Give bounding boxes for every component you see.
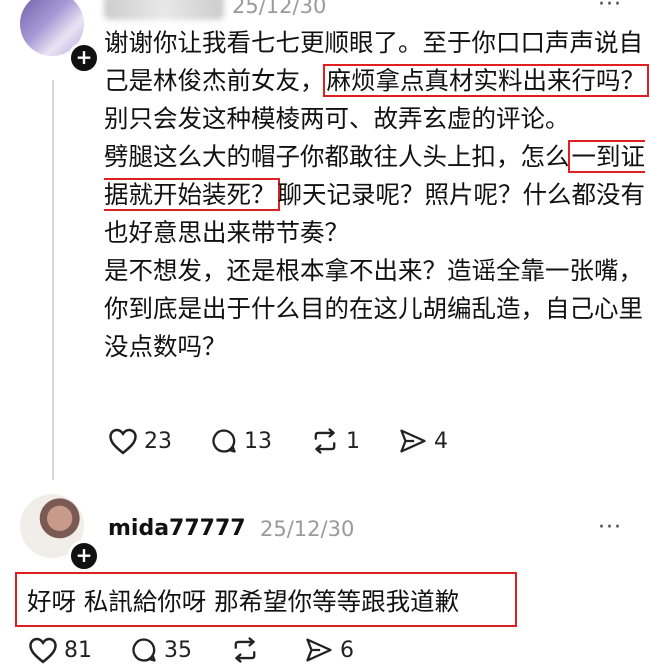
follow-plus-icon[interactable]: + — [68, 540, 100, 572]
comment-bubble-icon — [132, 638, 156, 662]
comment-button[interactable]: 13 — [210, 427, 272, 455]
post-actions: 23 13 1 4 — [108, 427, 486, 455]
reply-actions: 81 35 6 — [28, 636, 392, 664]
repost-icon — [314, 428, 336, 454]
share-button[interactable]: 4 — [398, 427, 448, 455]
repost-button[interactable] — [230, 636, 266, 664]
heart-icon — [29, 637, 57, 664]
like-count: 23 — [144, 428, 172, 454]
highlighted-text: 麻烦拿点真材实料出来行吗？ — [322, 64, 649, 97]
post-text: 别只会发这种模棱两可、故弄玄虚的评论。 — [104, 104, 570, 133]
post-text: 劈腿这么大的帽子你都敢往人头上扣，怎么 — [104, 142, 570, 171]
reply-timestamp: 25/12/30 — [260, 517, 355, 541]
like-count: 81 — [64, 637, 92, 663]
share-count: 6 — [340, 637, 354, 663]
post-paragraph: 劈腿这么大的帽子你都敢往人头上扣，怎么一到证据就开始装死？聊天记录呢？照片呢？什… — [104, 138, 649, 252]
share-button[interactable]: 6 — [304, 636, 354, 664]
post-text: 是不想发，还是根本拿不出来？造谣全靠一张嘴，你到底是出于什么目的在这儿胡编乱造，… — [104, 256, 643, 361]
repost-count: 1 — [346, 428, 360, 454]
reply-text: 好呀 私訊給你呀 那希望你等等跟我道歉 — [15, 572, 517, 627]
post-paragraph: 是不想发，还是根本拿不出来？造谣全靠一张嘴，你到底是出于什么目的在这儿胡编乱造，… — [104, 252, 649, 366]
repost-icon — [234, 637, 256, 663]
share-count: 4 — [434, 428, 448, 454]
follow-plus-icon[interactable]: + — [68, 42, 100, 74]
comment-count: 35 — [164, 637, 192, 663]
post-body: 谢谢你让我看七七更顺眼了。至于你口口声声说自己是林俊杰前女友，麻烦拿点真材实料出… — [104, 24, 649, 366]
share-send-icon — [306, 638, 332, 662]
more-dots-icon[interactable]: ··· — [598, 0, 622, 17]
share-send-icon — [400, 429, 426, 453]
comment-bubble-icon — [212, 429, 236, 453]
like-button[interactable]: 23 — [108, 427, 172, 455]
username-blurred — [104, 0, 224, 20]
more-dots-icon[interactable]: ··· — [598, 515, 622, 540]
comment-count: 13 — [244, 428, 272, 454]
post-paragraph: 谢谢你让我看七七更顺眼了。至于你口口声声说自己是林俊杰前女友，麻烦拿点真材实料出… — [104, 24, 649, 138]
like-button[interactable]: 81 — [28, 636, 92, 664]
repost-button[interactable]: 1 — [310, 427, 360, 455]
heart-icon — [109, 428, 137, 455]
post-timestamp: 25/12/30 — [232, 0, 327, 18]
reply-username[interactable]: mida77777 — [108, 516, 246, 541]
comment-button[interactable]: 35 — [130, 636, 192, 664]
thread-line — [52, 80, 54, 480]
